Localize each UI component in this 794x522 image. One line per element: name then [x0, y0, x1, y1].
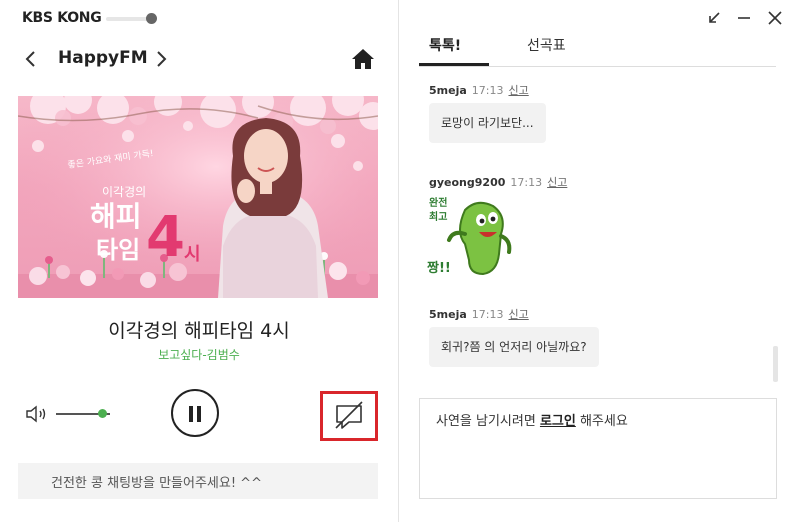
- chat-notice-text: 건전한 콩 채팅방을 만들어주세요! ^^: [51, 476, 262, 491]
- green-bean-character-icon: 완전 최고 짱!!: [427, 196, 512, 276]
- login-link[interactable]: 로그인: [540, 414, 576, 429]
- report-link[interactable]: 신고: [508, 308, 528, 321]
- program-banner: 좋은 가요와 재미 가득! 이각경의 해피 타임 4 시: [18, 96, 378, 298]
- chat-message-meta: 5meja 17:13 신고: [429, 82, 529, 98]
- report-link[interactable]: 신고: [508, 84, 528, 97]
- chat-bubble: 로망이 라기보단...: [429, 103, 546, 143]
- svg-text:4: 4: [146, 205, 185, 270]
- app-brand: KBS KONG: [22, 10, 102, 26]
- chat-time: 17:13: [471, 308, 504, 321]
- show-title: 이각경의 해피타임 4시: [108, 320, 290, 342]
- svg-text:타임: 타임: [96, 236, 140, 264]
- banner-artwork: 좋은 가요와 재미 가득! 이각경의 해피 타임 4 시: [18, 96, 378, 298]
- message-input[interactable]: 사연을 남기시려면 로그인 해주세요: [419, 398, 777, 499]
- volume-slider-knob[interactable]: [97, 409, 107, 418]
- pause-icon: [189, 406, 193, 422]
- report-link[interactable]: 신고: [547, 176, 567, 189]
- chat-off-icon: [335, 401, 363, 429]
- channel-name: HappyFM: [58, 48, 148, 68]
- chat-username: 5meja: [429, 308, 467, 321]
- minimize-icon[interactable]: [734, 8, 754, 28]
- chat-toggle-button[interactable]: [320, 391, 378, 441]
- svg-text:해피: 해피: [90, 200, 142, 233]
- minimize-to-mini-icon[interactable]: [704, 8, 724, 28]
- svg-text:이각경의: 이각경의: [102, 185, 146, 199]
- player-panel: KBS KONG HappyFM 좋은 가요와 재미 가득! 이각경의 해피 타…: [0, 0, 398, 522]
- login-prompt: 사연을 남기시려면 로그인 해주세요: [436, 410, 628, 429]
- chat-time: 17:13: [471, 84, 504, 97]
- svg-text:시: 시: [184, 244, 201, 265]
- chat-scrollbar[interactable]: [773, 346, 778, 382]
- chat-bubble: 회귀?쯤 의 언저리 아닐까요?: [429, 327, 599, 367]
- chat-username: 5meja: [429, 84, 467, 97]
- svg-text:완전: 완전: [429, 196, 447, 209]
- now-playing-song: 보고싶다-김범수: [158, 348, 240, 362]
- tab-playlist[interactable]: 선곡표: [527, 35, 566, 55]
- svg-text:짱!!: 짱!!: [427, 260, 451, 276]
- login-prompt-prefix: 사연을 남기시려면: [436, 414, 540, 429]
- chat-message-meta: gyeong9200 17:13 신고: [429, 174, 567, 190]
- previous-channel-icon[interactable]: [20, 47, 42, 71]
- next-channel-icon[interactable]: [150, 47, 172, 71]
- tab-divider: [419, 66, 776, 67]
- svg-text:최고: 최고: [429, 210, 447, 223]
- chat-panel: 톡톡! 선곡표 5meja 17:13 신고 로망이 라기보단... gyeong9…: [399, 0, 794, 522]
- pause-button[interactable]: [171, 389, 219, 437]
- home-icon[interactable]: [350, 46, 376, 72]
- chat-notice: 건전한 콩 채팅방을 만들어주세요! ^^: [18, 463, 378, 499]
- tab-talk[interactable]: 톡톡!: [429, 35, 461, 55]
- chat-username: gyeong9200: [429, 176, 506, 189]
- brand-slider-knob[interactable]: [146, 13, 157, 24]
- chat-time: 17:13: [510, 176, 543, 189]
- pause-icon-bar: [197, 406, 201, 422]
- chat-message-meta: 5meja 17:13 신고: [429, 306, 529, 322]
- login-prompt-suffix: 해주세요: [575, 414, 628, 429]
- volume-icon[interactable]: [25, 404, 51, 424]
- close-icon[interactable]: [765, 8, 785, 28]
